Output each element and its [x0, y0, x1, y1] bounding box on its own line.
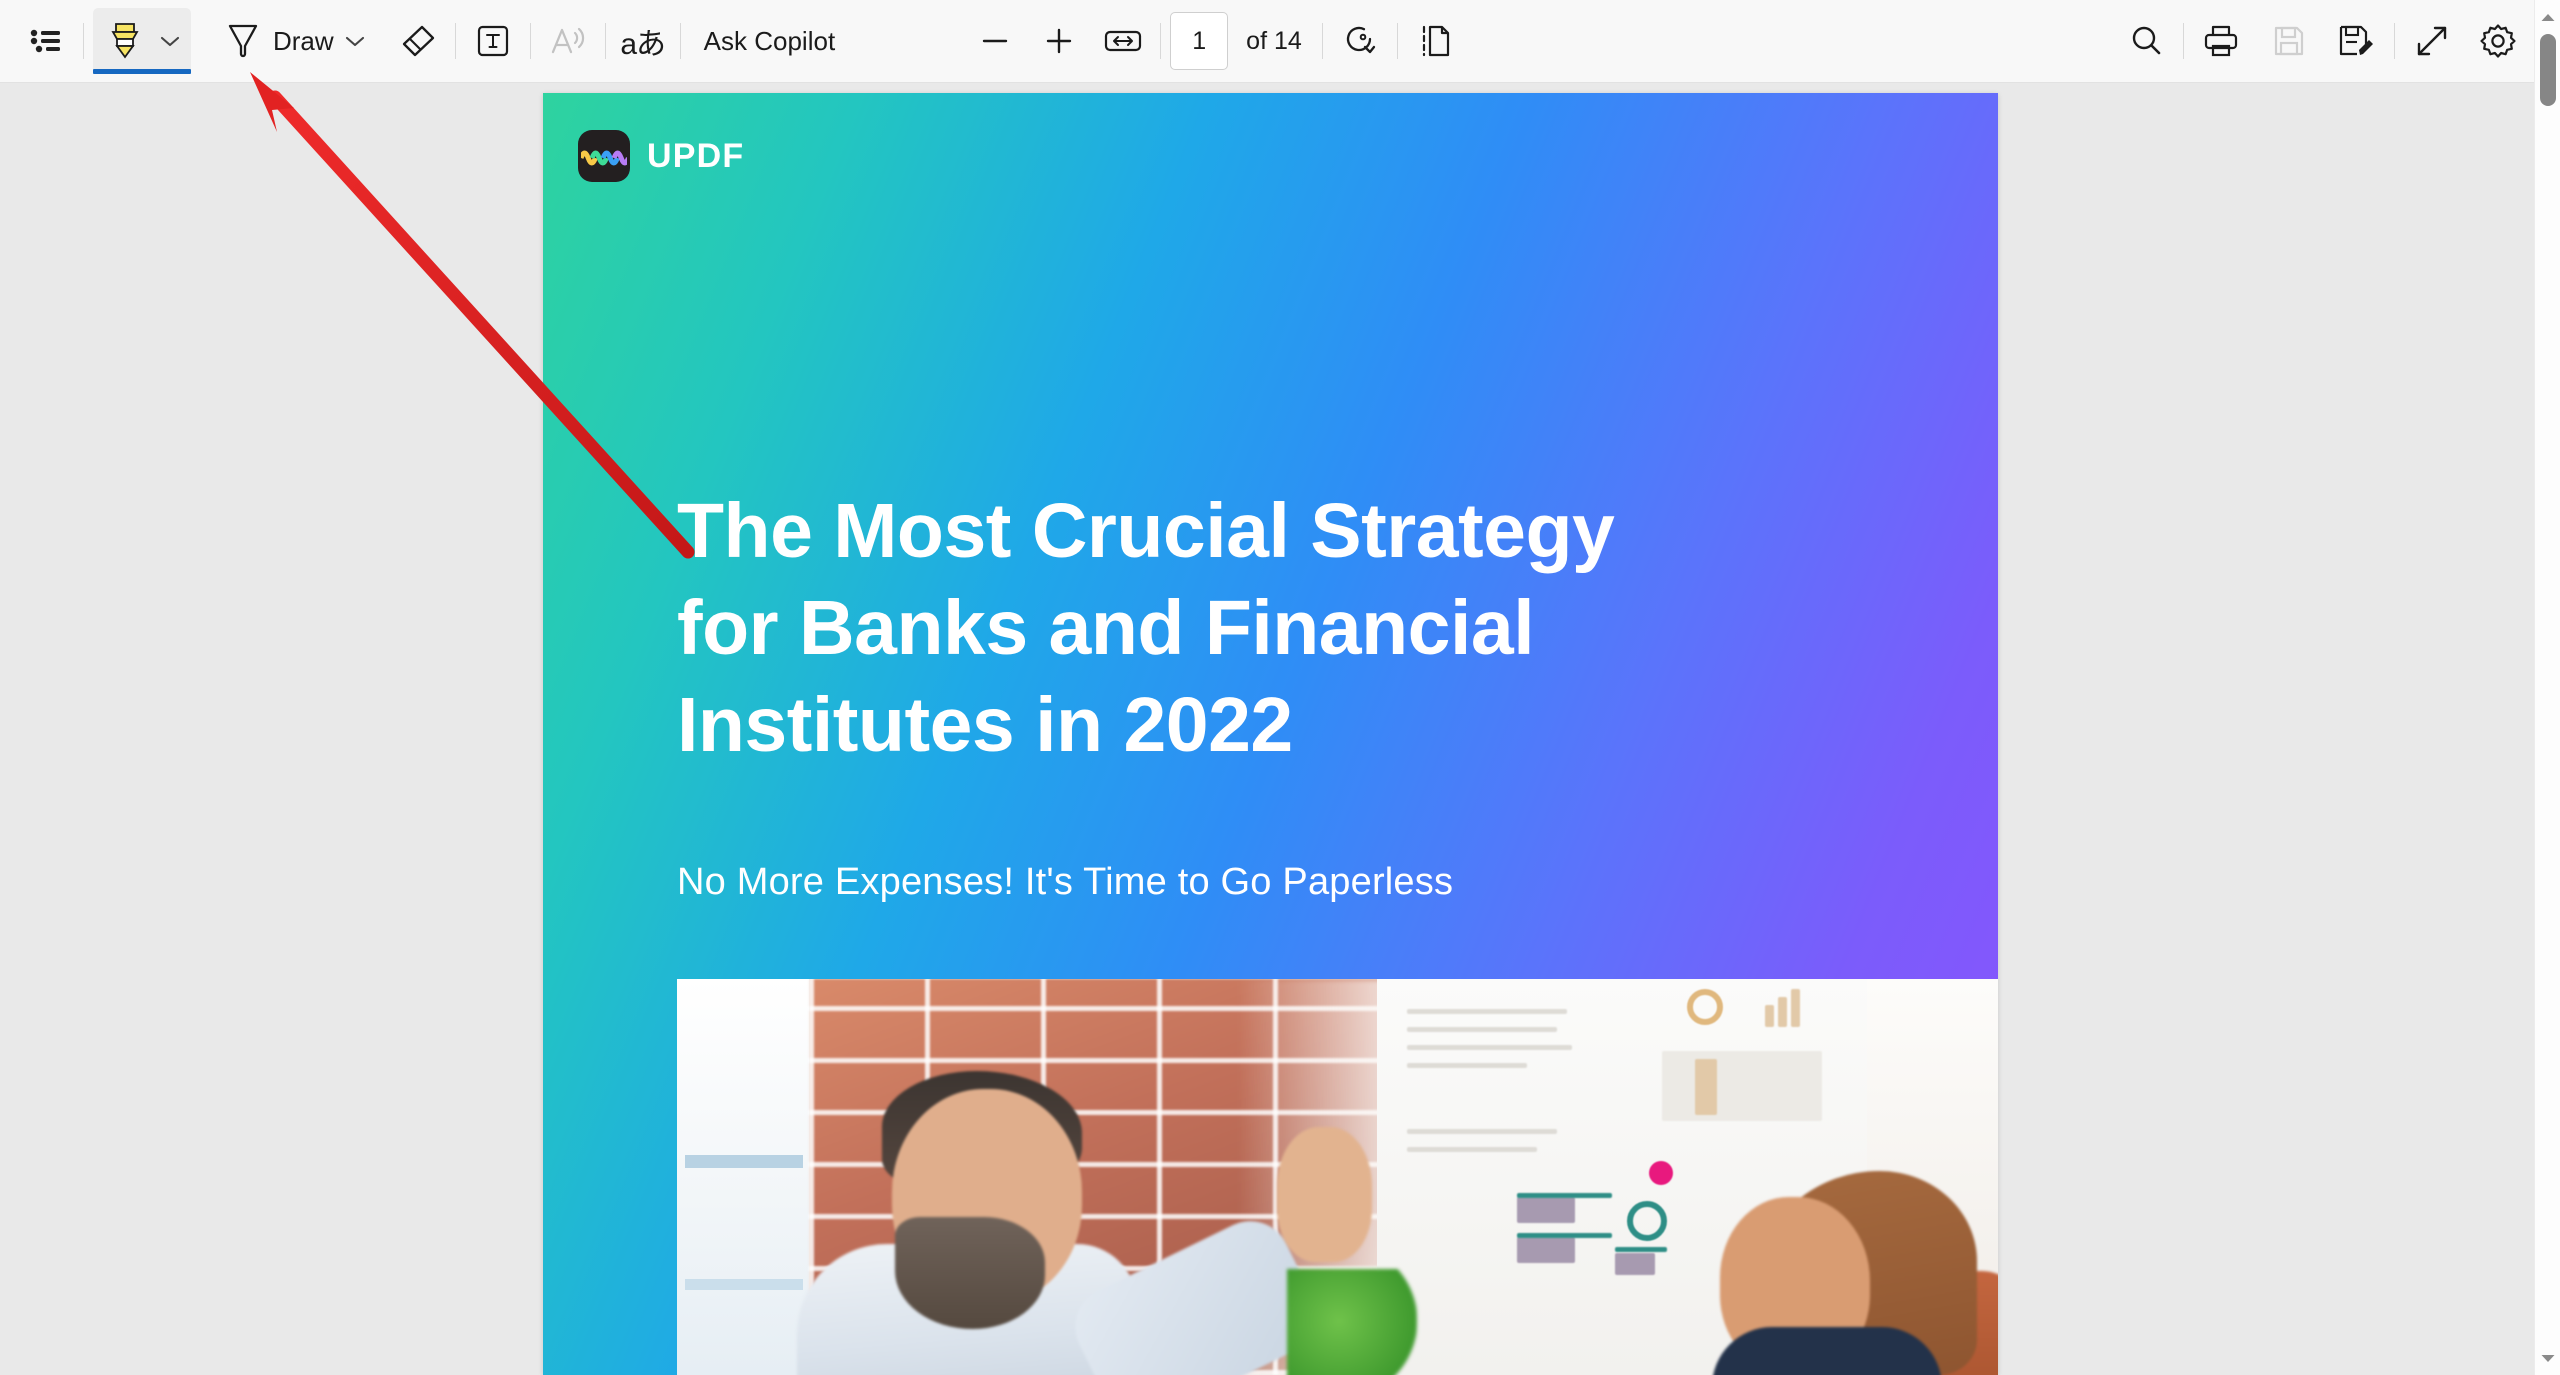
minus-icon [982, 39, 1008, 43]
toolbar-separator [2394, 23, 2395, 59]
photo-window [677, 979, 809, 1375]
highlighter-button[interactable] [97, 11, 153, 71]
list-panel-icon [30, 29, 60, 53]
caret-down-icon [2541, 1354, 2555, 1362]
draw-label: Draw [273, 25, 334, 56]
cover-title-line-3: Institutes in 2022 [677, 682, 1293, 768]
zoom-out-button[interactable] [967, 11, 1023, 71]
updf-wave-logo-icon [578, 130, 630, 182]
search-button[interactable] [2118, 11, 2174, 71]
toolbar-separator [679, 23, 681, 59]
brand-lockup: UPDF [578, 130, 744, 182]
save-button[interactable] [2261, 11, 2317, 71]
chevron-down-icon [160, 36, 180, 47]
cover-photo [677, 979, 1998, 1375]
page-layout-button[interactable] [1407, 11, 1463, 71]
save-as-button[interactable] [2329, 11, 2385, 71]
settings-button[interactable] [2470, 11, 2526, 71]
read-aloud-button[interactable] [540, 11, 596, 71]
search-icon [2132, 26, 2161, 55]
eraser-icon [402, 25, 434, 57]
plus-icon [1046, 28, 1072, 54]
toolbar-separator [1321, 23, 1323, 59]
page-total-label: of 14 [1246, 26, 1302, 55]
draw-tool-group[interactable]: Draw [209, 11, 378, 71]
pen-icon [228, 24, 258, 58]
scroll-up-button[interactable] [2535, 4, 2560, 30]
photo-window-rail [685, 1155, 803, 1168]
photo-woman-torso [1712, 1327, 1942, 1375]
draw-button[interactable] [215, 11, 271, 71]
scroll-down-button[interactable] [2535, 1345, 2560, 1371]
read-aloud-icon [551, 27, 584, 54]
draw-options-caret[interactable] [338, 11, 372, 71]
cover-title: The Most Crucial Strategy for Banks and … [677, 493, 1777, 784]
cover-title-line-1: The Most Crucial Strategy [677, 488, 1615, 574]
highlighter-icon [111, 23, 139, 59]
page-layout-icon [1422, 25, 1449, 57]
cover-title-line-2: for Banks and Financial [677, 585, 1535, 671]
print-icon [2204, 25, 2238, 57]
brand-name: UPDF [647, 136, 745, 175]
highlighter-options-caret[interactable] [153, 11, 187, 71]
photo-window-rail [685, 1279, 803, 1290]
chevron-down-icon [345, 36, 364, 47]
ask-copilot-button[interactable]: Ask Copilot [690, 11, 850, 71]
photo-man-hand [1277, 1127, 1372, 1262]
caret-up-icon [2541, 13, 2555, 21]
print-button[interactable] [2193, 11, 2249, 71]
photo-man-beard [895, 1217, 1045, 1329]
rotate-icon [1346, 26, 1375, 54]
text-box-button[interactable] [465, 11, 521, 71]
highlighter-tool-group[interactable] [93, 8, 191, 74]
save-as-icon [2339, 25, 2373, 56]
text-box-icon [477, 25, 508, 57]
fit-width-icon [1105, 30, 1142, 52]
fit-width-button[interactable] [1095, 11, 1151, 71]
vertical-scrollbar[interactable] [2534, 0, 2560, 1375]
panel-toggle-button[interactable] [18, 11, 74, 71]
toolbar-separator [83, 23, 84, 59]
scroll-thumb[interactable] [2540, 34, 2556, 106]
page-number-input[interactable]: 1 [1170, 12, 1229, 70]
toolbar-separator [2183, 23, 2184, 59]
toolbar-separator [1396, 23, 1398, 59]
fullscreen-button[interactable] [2404, 11, 2460, 71]
fullscreen-icon [2417, 26, 2447, 56]
save-icon [2274, 26, 2304, 56]
translate-icon: aあ [620, 28, 666, 61]
toolbar-separator [604, 23, 606, 59]
zoom-in-button[interactable] [1031, 11, 1087, 71]
main-toolbar: Draw aあ Ask Copilot 1 of 14 [0, 0, 2560, 83]
photo-plant [1287, 1269, 1417, 1375]
cover-subtitle: No More Expenses! It's Time to Go Paperl… [677, 861, 1454, 903]
pdf-page-1[interactable]: UPDF The Most Crucial Strategy for Banks… [543, 93, 1998, 1375]
document-viewport[interactable]: UPDF The Most Crucial Strategy for Banks… [0, 83, 2534, 1375]
rotate-button[interactable] [1332, 11, 1388, 71]
eraser-button[interactable] [390, 11, 446, 71]
toolbar-separator [1160, 23, 1162, 59]
translate-button[interactable]: aあ [615, 11, 671, 71]
toolbar-separator [454, 23, 456, 59]
gear-icon [2480, 24, 2516, 58]
toolbar-separator [529, 23, 531, 59]
